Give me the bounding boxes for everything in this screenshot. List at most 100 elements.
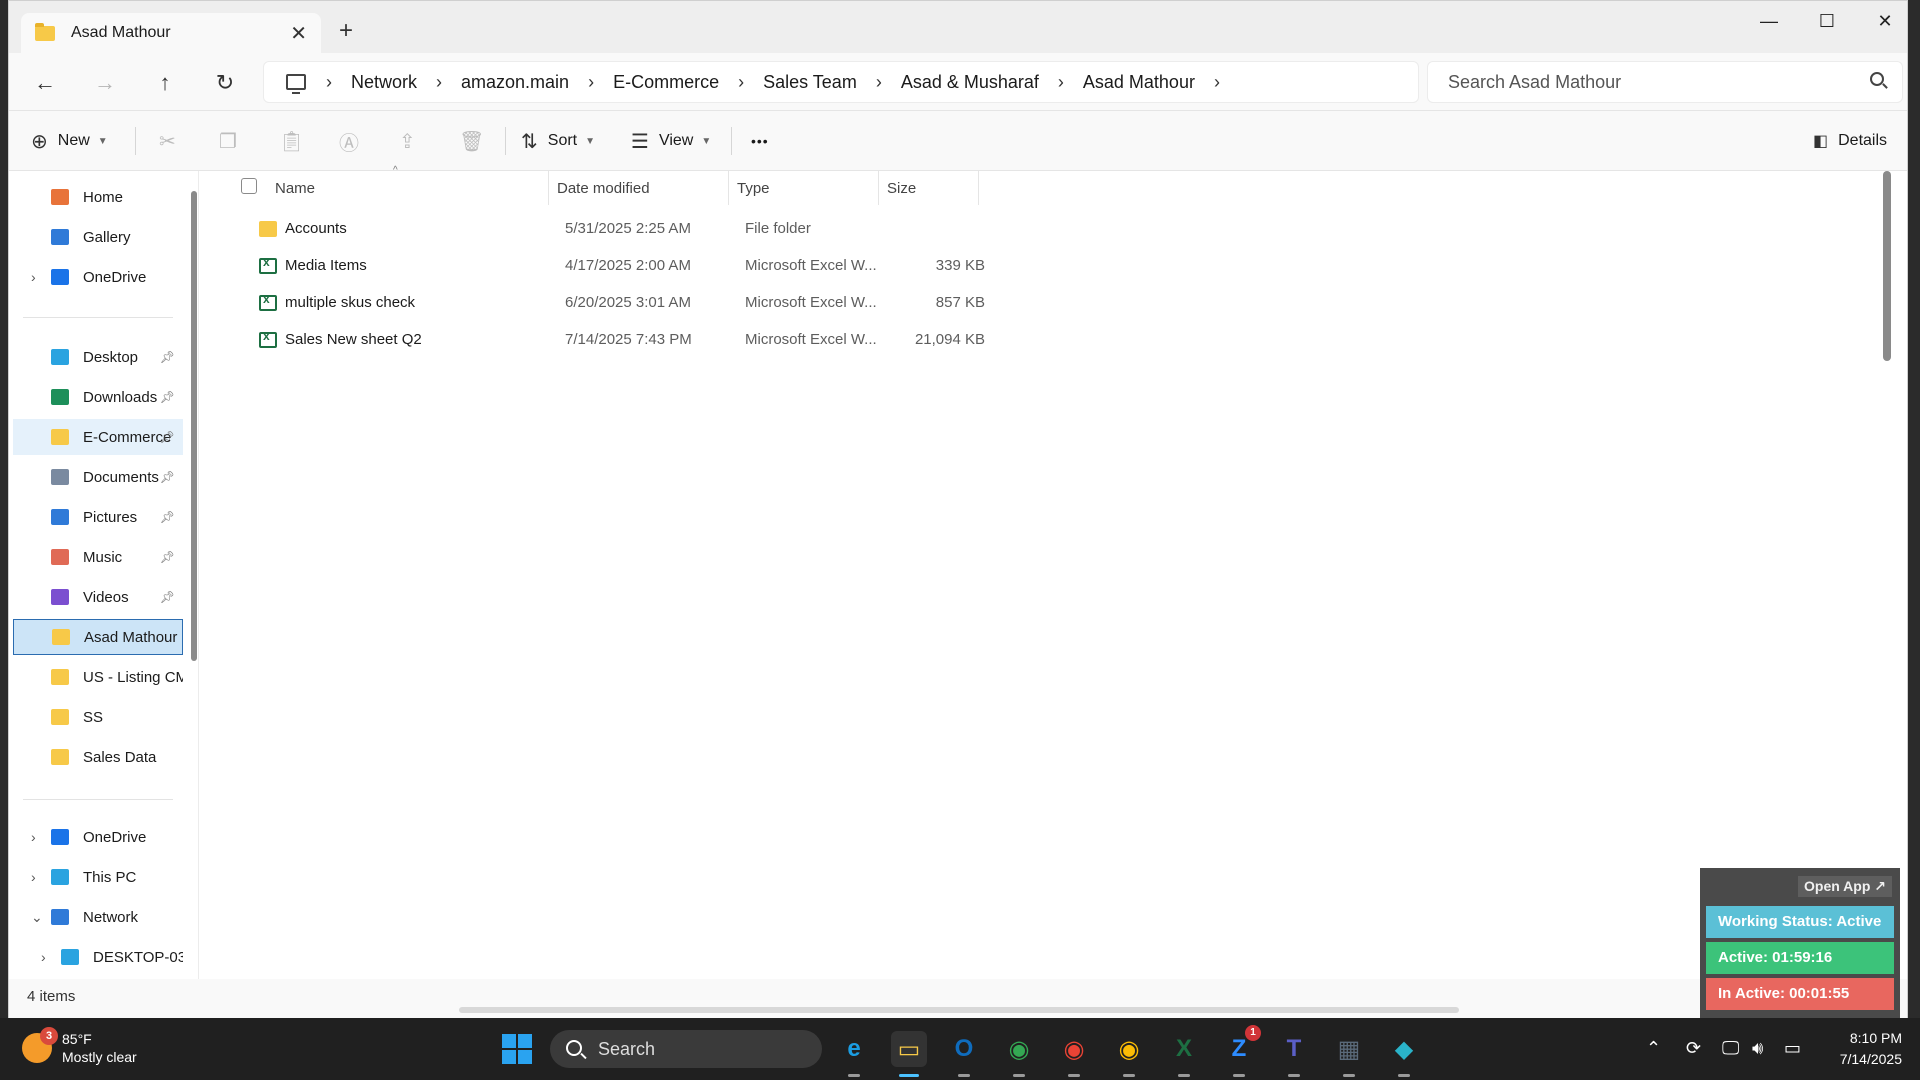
select-all-checkbox[interactable] [241,178,257,194]
file-name: Accounts [285,220,347,237]
breadcrumb-network[interactable]: Network [351,72,417,93]
new-tab-button[interactable]: + [339,17,353,45]
address-bar[interactable]: › Network › amazon.main › E-Commerce › S… [263,61,1419,103]
search-box[interactable]: Search Asad Mathour [1427,61,1903,103]
chevron-right-icon[interactable]: › [31,829,36,845]
taskbar-search[interactable]: Search [550,1030,822,1068]
windows-logo-icon [518,1034,532,1048]
file-list-scrollbar[interactable] [1883,171,1891,361]
sidebar-item-us-listing-cms[interactable]: US - Listing CMS [13,659,183,695]
close-window-button[interactable]: ✕ [1865,7,1905,35]
breadcrumb-chevron-icon[interactable]: › [1214,72,1220,93]
sync-icon[interactable]: ⟳ [1686,1038,1701,1059]
excel-icon[interactable]: X [1166,1031,1202,1077]
minimize-button[interactable]: — [1749,7,1789,35]
delete-button[interactable]: 🗑︎ [459,111,484,171]
chevron-right-icon[interactable]: › [31,269,36,285]
forward-arrow-icon[interactable]: → [89,67,121,99]
breadcrumb-sales-team[interactable]: Sales Team [763,72,857,93]
sidebar-item-gallery[interactable]: Gallery [13,219,183,255]
sidebar-item-sales-data[interactable]: Sales Data [13,739,183,775]
start-button[interactable] [502,1034,532,1064]
chevron-right-icon[interactable]: › [41,949,46,965]
copy-button[interactable]: ❐ [219,111,237,171]
breadcrumb-asad-mathour[interactable]: Asad Mathour [1083,72,1195,93]
sidebar-item-e-commerce[interactable]: E-Commerce 📌︎ [13,419,183,455]
rename-button[interactable]: Ⓐ [339,111,359,171]
file-row-multiple-skus-check[interactable]: multiple skus check 6/20/2025 3:01 AM Micr… [201,285,1001,321]
sidebar-item-this-pc[interactable]: › This PC [13,859,183,895]
chrome-profile-2-icon[interactable]: ◉ [1056,1031,1092,1077]
breadcrumb-chevron-icon[interactable]: › [1058,72,1064,93]
refresh-icon[interactable]: ↻ [209,67,241,99]
tab-asad-mathour[interactable]: Asad Mathour ✕ [21,13,321,53]
paste-button[interactable]: 📋︎ [279,111,304,171]
folder-icon [35,22,55,41]
chrome-profile-3-icon[interactable]: ◉ [1111,1031,1147,1077]
column-header-date-modified[interactable]: Date modified [549,171,729,205]
breadcrumb-chevron-icon[interactable]: › [876,72,882,93]
breadcrumb-e-commerce[interactable]: E-Commerce [613,72,719,93]
more-options-button[interactable]: ••• [751,111,769,171]
column-header-size[interactable]: Size [879,171,979,205]
breadcrumb-chevron-icon[interactable]: › [326,72,332,93]
this-pc-icon[interactable] [286,74,306,94]
up-arrow-icon[interactable]: ↑ [149,67,181,99]
network-icon[interactable]: 🖵︎ [1722,1038,1739,1059]
details-button[interactable]: ◧ Details [1813,111,1887,171]
chrome-icon[interactable]: ◉ [1001,1031,1037,1077]
sidebar-item-pictures[interactable]: Pictures 📌︎ [13,499,183,535]
sidebar-item-desktop-030m[interactable]: › DESKTOP-030M [13,939,183,975]
file-explorer-icon[interactable]: ▭ [891,1031,927,1077]
file-row-sales-new-sheet-q2[interactable]: Sales New sheet Q2 7/14/2025 7:43 PM Micro… [201,322,1001,358]
sidebar-item-ss[interactable]: SS [13,699,183,735]
column-header-name[interactable]: Name ^ [267,165,549,205]
sidebar-item-network[interactable]: ⌄ Network [13,899,183,935]
system-clock[interactable]: 8:10 PM 7/14/2025 [1818,1028,1902,1070]
weather-widget[interactable]: 3 85°F Mostly clear [22,1027,137,1066]
calculator-icon[interactable]: ▦ [1331,1031,1367,1077]
back-arrow-icon[interactable]: ← [29,67,61,99]
sidebar-item-asad-mathour[interactable]: Asad Mathour [13,619,183,655]
chevron-right-icon[interactable]: › [31,869,36,885]
file-row-media-items[interactable]: Media Items 4/17/2025 2:00 AM Microsoft Ex… [201,248,1001,284]
breadcrumb-chevron-icon[interactable]: › [588,72,594,93]
file-row-accounts[interactable]: Accounts 5/31/2025 2:25 AM File folder [201,211,1001,247]
sidebar-item-desktop[interactable]: Desktop 📌︎ [13,339,183,375]
chevron-down-icon[interactable]: ⌄ [31,909,43,926]
breadcrumb-chevron-icon[interactable]: › [738,72,744,93]
volume-icon[interactable]: 🔊︎ [1752,1038,1763,1059]
share-button[interactable]: ⇪ [399,111,416,171]
breadcrumb-asad-musharaf[interactable]: Asad & Musharaf [901,72,1039,93]
sidebar-item-documents[interactable]: Documents 📌︎ [13,459,183,495]
outlook-glyph: O [954,1035,974,1062]
sidebar-item-downloads[interactable]: Downloads 📌︎ [13,379,183,415]
maximize-button[interactable]: ☐ [1807,7,1847,35]
breadcrumb-chevron-icon[interactable]: › [436,72,442,93]
tracker-app-icon[interactable]: ◆ [1386,1031,1422,1077]
view-button[interactable]: ☰ View ▼ [631,111,711,171]
teams-icon[interactable]: T [1276,1031,1312,1077]
show-hidden-icons-chevron-icon[interactable]: ⌃ [1646,1038,1661,1059]
column-header-type[interactable]: Type [729,171,879,205]
sidebar-item-videos[interactable]: Videos 📌︎ [13,579,183,615]
sidebar-item-home[interactable]: Home [13,179,183,215]
sort-button[interactable]: ⇅ Sort ▼ [521,111,595,171]
search-input[interactable]: Search Asad Mathour [1448,72,1621,93]
new-button[interactable]: ⊕ New ▼ [31,111,108,171]
outlook-icon[interactable]: O [946,1031,982,1077]
sidebar-scrollbar[interactable] [191,191,197,661]
battery-icon[interactable]: ▭ [1784,1038,1801,1059]
zoom-icon[interactable]: Z1 [1221,1025,1261,1077]
excel-file-icon [259,292,277,311]
close-tab-icon[interactable]: ✕ [290,21,307,46]
sidebar-item-music[interactable]: Music 📌︎ [13,539,183,575]
us-listing-cms-folder-icon [51,669,69,685]
breadcrumb-amazon-main[interactable]: amazon.main [461,72,569,93]
sidebar-item-onedrive[interactable]: › OneDrive [13,819,183,855]
sidebar-item-onedrive[interactable]: › OneDrive [13,259,183,295]
cut-button[interactable]: ✂ [159,111,176,171]
edge-icon[interactable]: e [836,1031,872,1077]
open-app-button[interactable]: Open App ↗ [1798,876,1892,897]
horizontal-scrollbar[interactable] [459,1007,1459,1013]
